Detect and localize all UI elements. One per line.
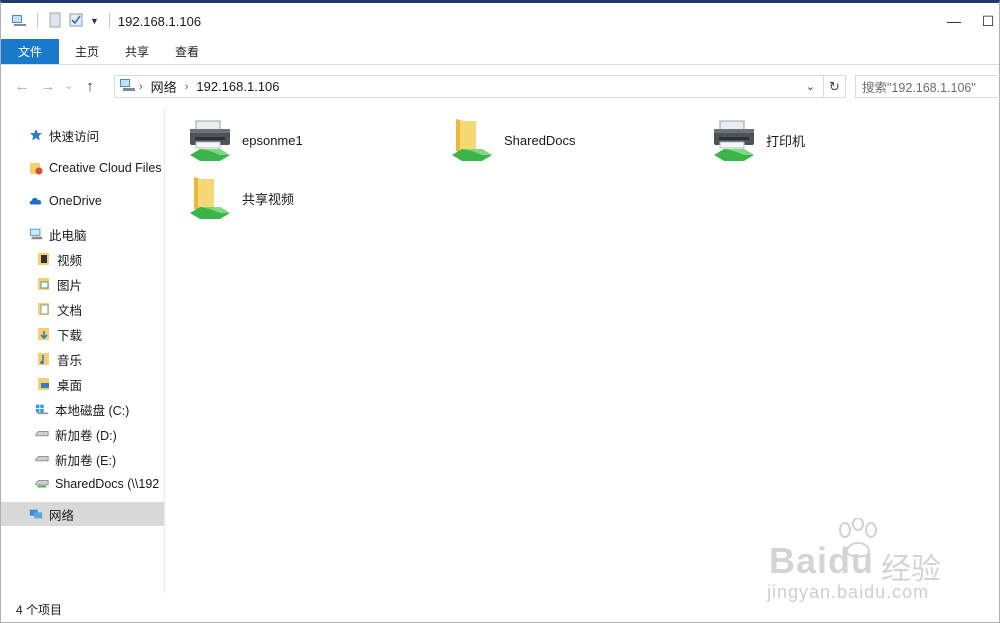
onedrive-cloud-icon [29,194,43,208]
maximize-button[interactable]: ☐ [976,3,1000,39]
star-icon [29,128,43,142]
refresh-icon: ↻ [829,78,840,94]
minimize-icon: — [947,13,961,29]
navigation-bar: ← → ⌄ ↑ › 网络 › 192.168.1.106 ⌄ ↻ 搜索"192.… [1,65,1000,107]
forward-arrow-icon[interactable]: → [35,78,61,95]
tab-home[interactable]: 主页 [62,39,112,64]
sidebar-item-creative-cloud[interactable]: Creative Cloud Files [1,156,164,180]
drive-icon [35,452,49,466]
window-title: 192.168.1.106 [117,13,202,29]
up-arrow-icon[interactable]: ↑ [77,78,103,95]
item-label: 打印机 [766,133,806,149]
sidebar-item-downloads[interactable]: 下载 [1,322,164,346]
sidebar-item-music[interactable]: 音乐 [1,347,164,371]
sidebar-item-label: Creative Cloud Files [49,161,162,175]
back-arrow-icon[interactable]: ← [9,78,35,95]
explorer-window: ▼ 192.168.1.106 — ☐ 文件 主页 共享 查看 ← → ⌄ ↑ … [0,0,1000,623]
sidebar-item-label: 新加卷 (D:) [55,428,117,443]
maximize-icon: ☐ [981,12,995,29]
sidebar-item-quick-access[interactable]: 快速访问 [1,123,164,147]
breadcrumb-chevron-icon[interactable]: › [139,81,143,93]
network-computer-icon[interactable] [11,12,27,31]
network-icon [29,507,43,521]
sidebar-item-label: 网络 [49,508,75,523]
sidebar-item-network[interactable]: 网络 [1,502,164,526]
address-dropdown-icon[interactable]: ⌄ [806,80,815,93]
tab-share[interactable]: 共享 [112,39,162,64]
network-drive-icon [35,477,49,491]
status-item-count: 4 个项目 [16,603,63,617]
sidebar-item-label: 本地磁盘 (C:) [55,403,130,418]
desktop-folder-icon [37,377,51,391]
quick-access-toolbar: ▼ [11,12,114,31]
sidebar-item-label: 视频 [57,253,83,268]
shared-folder-icon [448,115,496,166]
computer-icon [29,227,43,241]
watermark-brand: Baidu [769,540,875,581]
breadcrumb-network[interactable]: 网络 [151,77,177,96]
sidebar-item-label: SharedDocs (\\192 [55,477,160,491]
documents-folder-icon [37,302,51,316]
sidebar-item-label: 新加卷 (E:) [55,453,117,468]
item-label: SharedDocs [504,132,576,148]
toolbar-separator [108,13,110,29]
tab-file[interactable]: 文件 [1,39,59,64]
sidebar-item-videos[interactable]: 视频 [1,247,164,271]
refresh-button[interactable]: ↻ [824,75,846,98]
address-bar[interactable]: › 网络 › 192.168.1.106 ⌄ [114,75,824,98]
customize-toolbar-dropdown-icon[interactable]: ▼ [90,16,99,26]
recent-locations-chevron-icon[interactable]: ⌄ [61,81,77,92]
music-folder-icon [37,352,51,366]
minimize-button[interactable]: — [931,3,977,39]
sidebar-item-label: 此电脑 [49,228,87,243]
network-item-shared-videos[interactable]: 共享视频 [186,171,294,225]
network-item-shareddocs[interactable]: SharedDocs [448,113,576,167]
sidebar-item-label: 音乐 [57,353,83,368]
breadcrumb-host[interactable]: 192.168.1.106 [196,79,279,94]
sidebar-item-drive-d[interactable]: 新加卷 (D:) [1,422,164,446]
item-label: epsonme1 [242,132,303,148]
search-input[interactable]: 搜索"192.168.1.106" [855,75,1000,98]
creative-cloud-folder-icon [29,161,43,175]
search-placeholder: 搜索"192.168.1.106" [862,81,976,95]
shared-printer-icon [710,115,758,166]
navigation-pane: 快速访问 Creative Cloud Files OneDrive 此电脑 视… [1,107,165,595]
network-location-icon [119,77,137,96]
sidebar-item-documents[interactable]: 文档 [1,297,164,321]
sidebar-item-pictures[interactable]: 图片 [1,272,164,296]
sidebar-item-label: 下载 [57,328,83,343]
pictures-folder-icon [37,277,51,291]
title-bar: ▼ 192.168.1.106 — ☐ [1,3,999,39]
sidebar-item-label: 图片 [57,278,83,293]
shared-folder-icon [186,173,234,224]
shared-printer-icon [186,115,234,166]
sidebar-item-label: 桌面 [57,378,83,393]
watermark-url: jingyan.baidu.com [767,582,930,602]
sidebar-item-label: 文档 [57,303,83,318]
sidebar-item-shareddocs-drive[interactable]: SharedDocs (\\192 [1,472,164,496]
windows-drive-icon [35,402,49,416]
properties-icon[interactable] [48,12,62,31]
toolbar-separator [37,13,38,29]
sidebar-item-this-pc[interactable]: 此电脑 [1,222,164,246]
sidebar-item-drive-e[interactable]: 新加卷 (E:) [1,447,164,471]
sidebar-item-label: 快速访问 [49,129,100,144]
sidebar-item-onedrive[interactable]: OneDrive [1,189,164,213]
network-item-epsonme1[interactable]: epsonme1 [186,113,303,167]
sidebar-item-drive-c[interactable]: 本地磁盘 (C:) [1,397,164,421]
checkbox-icon[interactable] [68,12,84,31]
downloads-folder-icon [37,327,51,341]
network-item-printer[interactable]: 打印机 [710,113,805,167]
videos-folder-icon [37,252,51,266]
ribbon-tabs: 文件 主页 共享 查看 [1,39,999,65]
sidebar-item-desktop[interactable]: 桌面 [1,372,164,396]
baidu-watermark: Baidu 经验 jingyan.baidu.com [761,517,961,608]
breadcrumb-chevron-icon[interactable]: › [185,81,189,93]
sidebar-item-label: OneDrive [49,194,102,208]
tab-view[interactable]: 查看 [162,39,212,64]
item-label: 共享视频 [242,191,295,207]
drive-icon [35,427,49,441]
